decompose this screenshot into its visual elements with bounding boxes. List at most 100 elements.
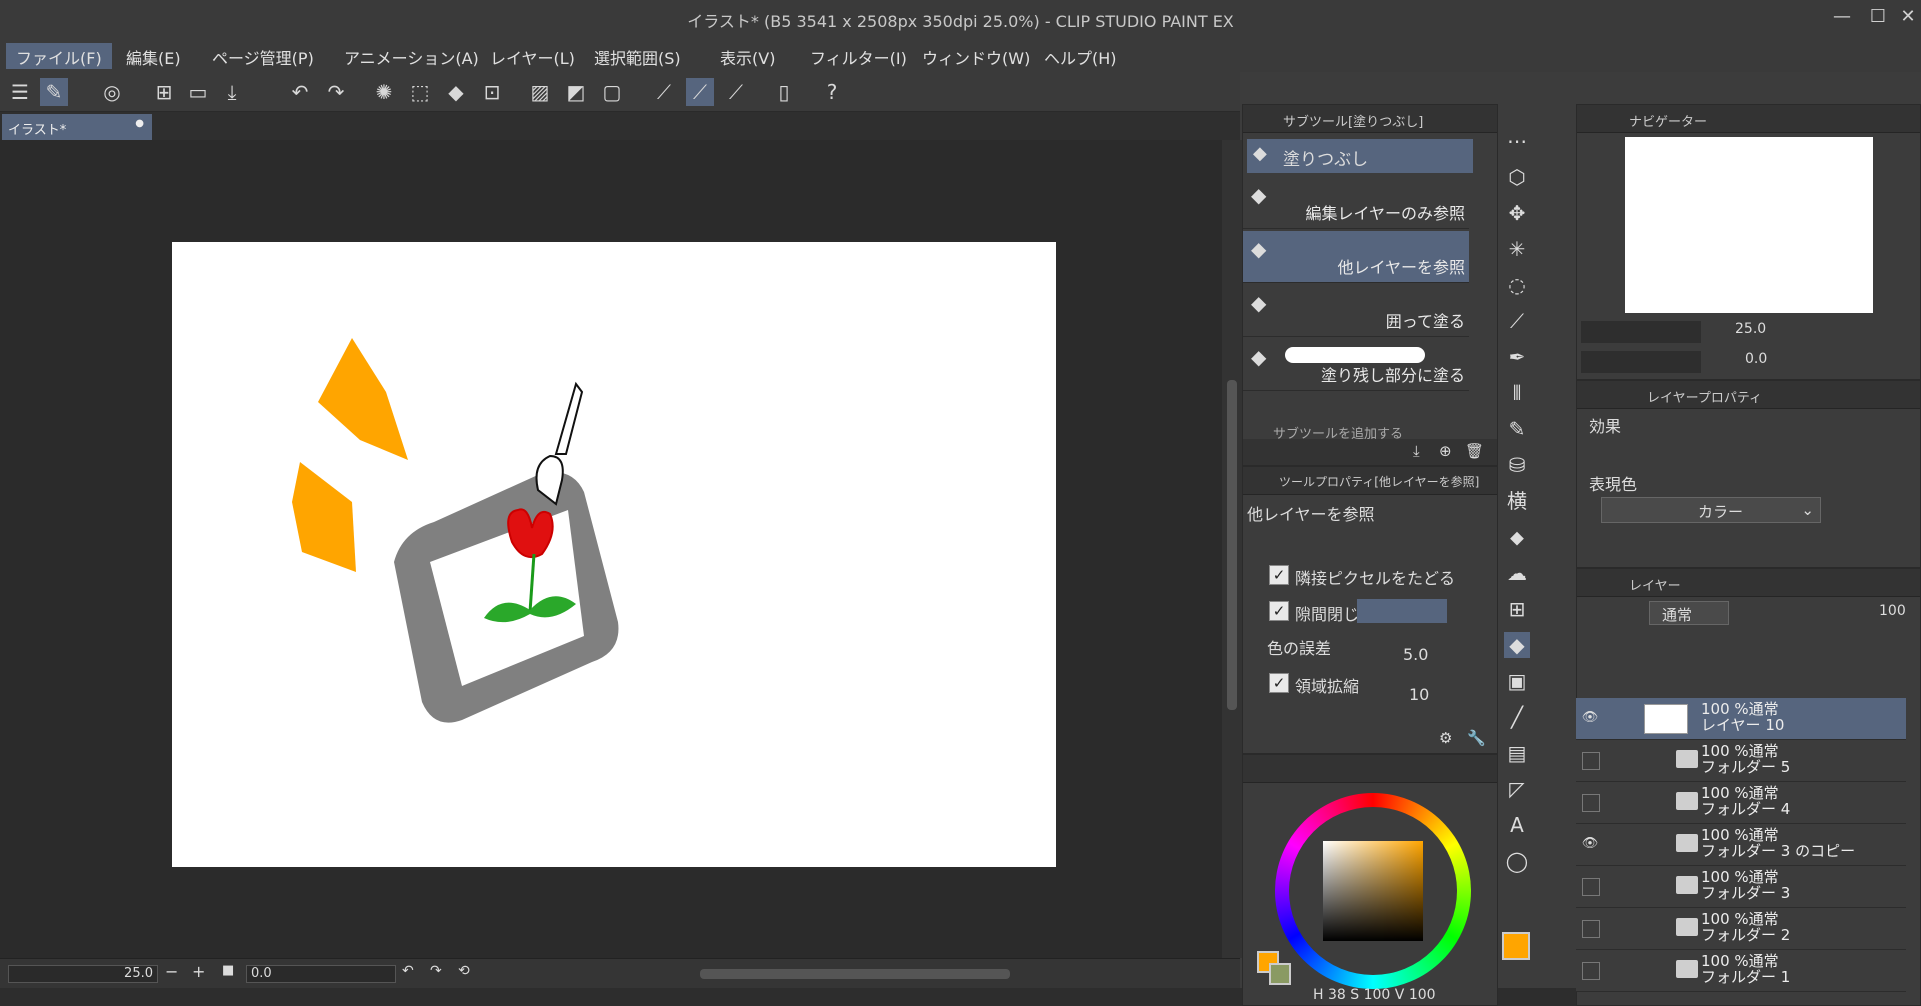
horizontal-scrollbar[interactable]	[700, 969, 1010, 979]
save-icon[interactable]: ⤓	[218, 78, 246, 106]
visibility-toggle[interactable]	[1582, 962, 1600, 980]
brush-icon[interactable]: ⦀	[1504, 380, 1530, 406]
color-margin-value[interactable]: 5.0	[1403, 645, 1428, 664]
rotate-right-icon[interactable]: ↷	[430, 963, 442, 979]
menu-edit[interactable]: 編集(E)	[116, 43, 191, 69]
canvas-paper[interactable]	[172, 242, 1056, 867]
menu-selection[interactable]: 選択範囲(S)	[584, 43, 691, 69]
airbrush-icon[interactable]: ⛁	[1504, 452, 1530, 478]
navigator-preview[interactable]	[1625, 137, 1873, 313]
tab-dot-icon[interactable]: ●	[135, 118, 144, 129]
blend-mode-dropdown[interactable]: 通常	[1649, 601, 1729, 625]
transform-icon[interactable]: ⊡	[478, 78, 506, 106]
3d-object-icon[interactable]: ⬡	[1504, 164, 1530, 190]
expression-color-dropdown[interactable]: カラー ⌄	[1601, 497, 1821, 523]
area-scaling-checkbox[interactable]: ✓	[1269, 673, 1289, 693]
visibility-toggle[interactable]	[1582, 752, 1600, 770]
layer-row[interactable]: 100 %通常 フォルダー 3	[1576, 866, 1906, 908]
duplicate-icon[interactable]: ⊕	[1439, 442, 1452, 460]
main-color-swatch-tools[interactable]	[1502, 932, 1530, 960]
new-file-icon[interactable]: ⊞	[150, 78, 178, 106]
ruler-icon[interactable]: ⟋	[650, 78, 678, 106]
eyedropper-icon[interactable]: ⟋	[1504, 308, 1530, 334]
menu-window[interactable]: ウィンドウ(W)	[912, 43, 1040, 69]
zoom-field[interactable]: 25.0	[8, 965, 158, 983]
navigator-zoom-slider[interactable]	[1581, 321, 1701, 343]
menu-layer[interactable]: レイヤー(L)	[480, 43, 585, 69]
undo-icon[interactable]: ↶	[286, 78, 314, 106]
balloon-icon[interactable]: ◯	[1504, 848, 1530, 874]
redo-icon[interactable]: ↷	[322, 78, 350, 106]
selection-border-icon[interactable]: ▢	[598, 78, 626, 106]
pen-mode-icon[interactable]: ✎	[40, 78, 68, 106]
visibility-toggle[interactable]	[1582, 920, 1600, 938]
layer-row[interactable]: 100 %通常 フォルダー 5	[1576, 740, 1906, 782]
open-folder-icon[interactable]: ▭	[184, 78, 212, 106]
frame-icon[interactable]: ▤	[1504, 740, 1530, 766]
fill-bucket-icon[interactable]: ◆	[1504, 632, 1530, 658]
minimize-icon[interactable]: —	[1824, 6, 1860, 32]
layer-row[interactable]: 👁 100 %通常 レイヤー 10	[1576, 698, 1906, 740]
device-icon[interactable]: ▯	[770, 78, 798, 106]
gap-level-slider[interactable]	[1357, 599, 1447, 623]
eye-icon[interactable]: 👁	[1580, 710, 1600, 728]
fill-reference-icon[interactable]: ⟋	[686, 78, 714, 106]
canvas-vertical-scrollbar[interactable]	[1222, 140, 1242, 958]
settings-icon[interactable]: ⚙	[1439, 729, 1452, 747]
menu-filter[interactable]: フィルター(I)	[800, 43, 917, 69]
tab-illustration[interactable]: イラスト* ●	[2, 114, 152, 140]
visibility-toggle[interactable]	[1582, 794, 1600, 812]
help-icon[interactable]: ?	[818, 78, 846, 106]
layer-row[interactable]: 100 %通常 フォルダー 4	[1576, 782, 1906, 824]
grid-icon[interactable]: ⊞	[1504, 596, 1530, 622]
navigator-rotation-slider[interactable]	[1581, 351, 1701, 373]
rotate-left-icon[interactable]: ↶	[402, 963, 414, 979]
menu-animation[interactable]: アニメーション(A)	[334, 43, 489, 69]
sub-color-swatch[interactable]	[1269, 963, 1291, 985]
gradient-icon[interactable]: ▣	[1504, 668, 1530, 694]
reset-rotation-icon[interactable]: ⟲	[458, 963, 470, 979]
lasso-icon[interactable]: ◌	[1504, 272, 1530, 298]
eraser-icon[interactable]: ⬥	[1504, 524, 1530, 550]
ruler-tool-icon[interactable]: ◸	[1504, 776, 1530, 802]
add-subtool-label[interactable]: サブツールを追加する	[1273, 423, 1403, 439]
close-icon[interactable]: ✕	[1890, 6, 1921, 32]
sparkle-icon[interactable]: ✳	[1504, 236, 1530, 262]
scroll-thumb[interactable]	[1227, 380, 1237, 710]
subtool-item-enclose[interactable]: ◆ 囲って塗る	[1243, 285, 1469, 337]
line-icon[interactable]: ╱	[1504, 704, 1530, 730]
blend-icon[interactable]: ☁	[1504, 560, 1530, 586]
area-scaling-value[interactable]: 10	[1409, 685, 1429, 704]
follow-adjacent-checkbox[interactable]: ✓	[1269, 565, 1289, 585]
loading-icon[interactable]: ✺	[370, 78, 398, 106]
invert-selection-icon[interactable]: ◩	[562, 78, 590, 106]
color-wheel[interactable]	[1275, 793, 1471, 989]
subtool-item-refer-other[interactable]: ◆ 他レイヤーを参照	[1243, 231, 1469, 283]
clear-selection-icon[interactable]: ▨	[526, 78, 554, 106]
subtool-group-tab[interactable]: 塗りつぶし ◆	[1247, 139, 1473, 173]
menu-page[interactable]: ページ管理(P)	[202, 43, 324, 69]
pencil-icon[interactable]: ✎	[1504, 416, 1530, 442]
select-area-icon[interactable]: ⬚	[406, 78, 434, 106]
subtool-item-edit-layer[interactable]: ◆ 編集レイヤーのみ参照	[1243, 177, 1469, 229]
menu-help[interactable]: ヘルプ(H)	[1034, 43, 1127, 69]
ruler-snap-icon[interactable]: ⟋	[722, 78, 750, 106]
menu-icon[interactable]: ☰	[6, 78, 34, 106]
menu-file[interactable]: ファイル(F)	[6, 43, 112, 69]
layer-row[interactable]: 100 %通常 フォルダー 1	[1576, 950, 1906, 992]
eye-icon[interactable]: 👁	[1580, 836, 1600, 854]
move-icon[interactable]: ✥	[1504, 200, 1530, 226]
pen-icon[interactable]: ✒	[1504, 344, 1530, 370]
close-gap-checkbox[interactable]: ✓	[1269, 601, 1289, 621]
rotation-field[interactable]: 0.0	[246, 965, 396, 983]
fit-icon[interactable]: ■	[222, 963, 234, 978]
delete-icon[interactable]: 🗑	[1465, 442, 1484, 460]
visibility-toggle[interactable]	[1582, 878, 1600, 896]
dots-icon[interactable]: ⋯	[1504, 128, 1530, 154]
layer-row[interactable]: 👁 100 %通常 フォルダー 3 のコピー	[1576, 824, 1906, 866]
layer-row[interactable]: 100 %通常 フォルダー 2	[1576, 908, 1906, 950]
download-icon[interactable]: ⤓	[1413, 442, 1420, 460]
menu-view[interactable]: 表示(V)	[710, 43, 785, 69]
gesture-icon[interactable]: ◎	[98, 78, 126, 106]
zoom-in-icon[interactable]: +	[192, 962, 205, 981]
